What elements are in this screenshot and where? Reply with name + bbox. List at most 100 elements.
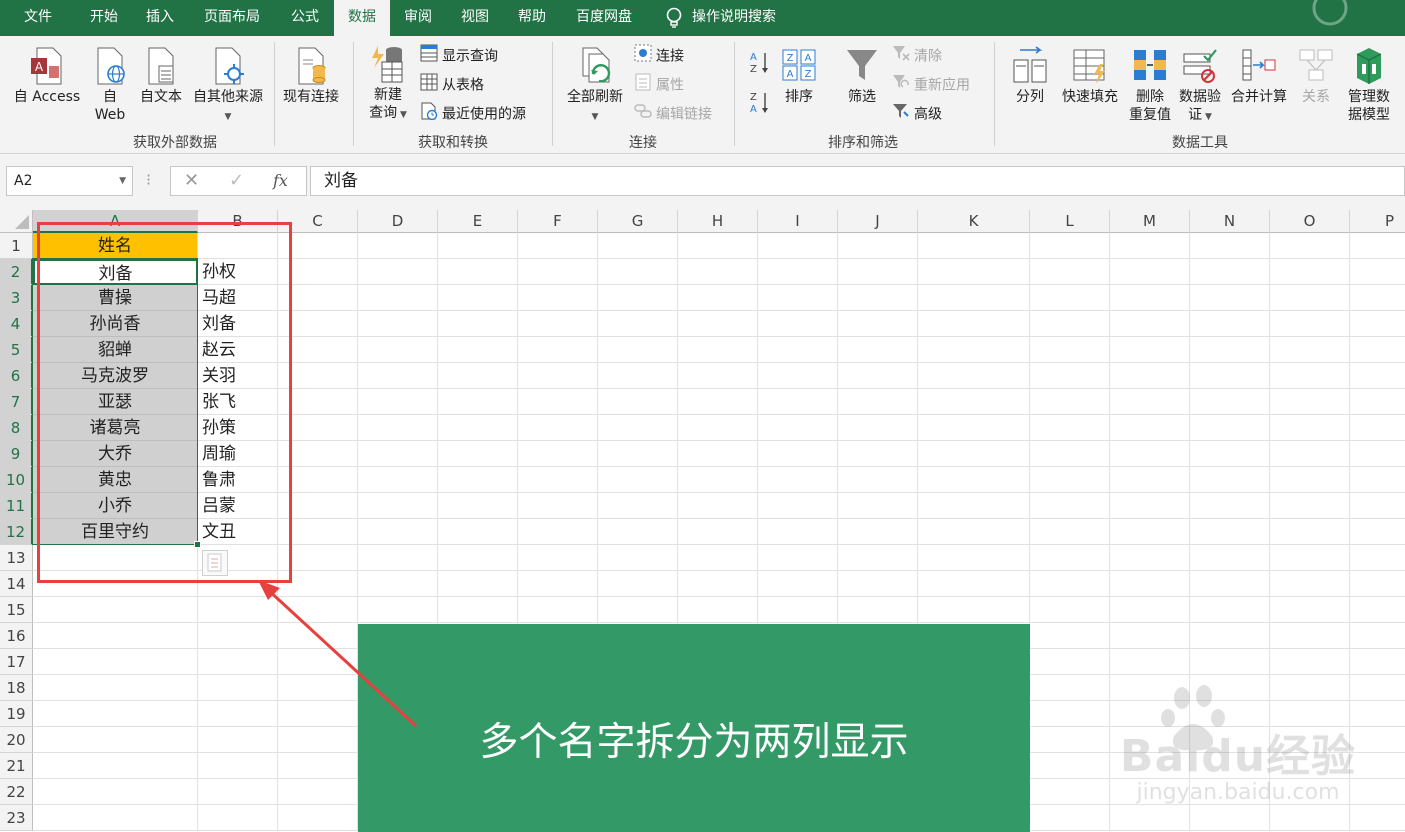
tab-page-layout[interactable]: 页面布局 — [188, 0, 276, 36]
cell-l17[interactable] — [1030, 649, 1110, 675]
cell-g1[interactable] — [598, 233, 678, 259]
cell-i14[interactable] — [758, 571, 838, 597]
cell-m7[interactable] — [1110, 389, 1190, 415]
cell-o9[interactable] — [1270, 441, 1350, 467]
tab-formulas[interactable]: 公式 — [276, 0, 334, 36]
cell-j6[interactable] — [838, 363, 918, 389]
cell-m10[interactable] — [1110, 467, 1190, 493]
cell-m3[interactable] — [1110, 285, 1190, 311]
cell-n3[interactable] — [1190, 285, 1270, 311]
cell-i5[interactable] — [758, 337, 838, 363]
cell-k8[interactable] — [918, 415, 1030, 441]
cell-k13[interactable] — [918, 545, 1030, 571]
cell-d12[interactable] — [358, 519, 438, 545]
text-to-columns-button[interactable]: 分列 — [1008, 46, 1052, 106]
cell-f7[interactable] — [518, 389, 598, 415]
cell-e3[interactable] — [438, 285, 518, 311]
sort-descending-button[interactable]: ZA — [748, 90, 770, 120]
cell-k4[interactable] — [918, 311, 1030, 337]
cell-k3[interactable] — [918, 285, 1030, 311]
cell-m13[interactable] — [1110, 545, 1190, 571]
cell-p16[interactable] — [1350, 623, 1405, 649]
cell-f2[interactable] — [518, 259, 598, 285]
cell-d1[interactable] — [358, 233, 438, 259]
cell-e13[interactable] — [438, 545, 518, 571]
cell-e5[interactable] — [438, 337, 518, 363]
cell-a23[interactable] — [33, 805, 198, 831]
cell-m1[interactable] — [1110, 233, 1190, 259]
cell-m6[interactable] — [1110, 363, 1190, 389]
cell-k9[interactable] — [918, 441, 1030, 467]
row-header-7[interactable]: 7 — [0, 389, 33, 415]
tab-home[interactable]: 开始 — [76, 0, 132, 36]
row-header-6[interactable]: 6 — [0, 363, 33, 389]
cell-f1[interactable] — [518, 233, 598, 259]
cell-h15[interactable] — [678, 597, 758, 623]
existing-connections-button[interactable]: 现有连接 — [278, 46, 344, 106]
cell-m11[interactable] — [1110, 493, 1190, 519]
cell-n15[interactable] — [1190, 597, 1270, 623]
cell-f5[interactable] — [518, 337, 598, 363]
cell-f13[interactable] — [518, 545, 598, 571]
column-header-j[interactable]: J — [838, 210, 918, 233]
column-header-h[interactable]: H — [678, 210, 758, 233]
cell-i11[interactable] — [758, 493, 838, 519]
cell-f3[interactable] — [518, 285, 598, 311]
cell-p15[interactable] — [1350, 597, 1405, 623]
cell-g3[interactable] — [598, 285, 678, 311]
cell-j2[interactable] — [838, 259, 918, 285]
cell-f6[interactable] — [518, 363, 598, 389]
cell-c22[interactable] — [278, 779, 358, 805]
column-header-k[interactable]: K — [918, 210, 1030, 233]
cell-n11[interactable] — [1190, 493, 1270, 519]
cell-j14[interactable] — [838, 571, 918, 597]
cell-i15[interactable] — [758, 597, 838, 623]
cell-e11[interactable] — [438, 493, 518, 519]
cell-e6[interactable] — [438, 363, 518, 389]
tab-review[interactable]: 审阅 — [390, 0, 446, 36]
cell-a20[interactable] — [33, 727, 198, 753]
reapply-button[interactable]: 重新应用 — [892, 73, 970, 95]
from-table-button[interactable]: 从表格 — [420, 73, 484, 95]
cell-p2[interactable] — [1350, 259, 1405, 285]
cell-m17[interactable] — [1110, 649, 1190, 675]
cell-i8[interactable] — [758, 415, 838, 441]
cell-g14[interactable] — [598, 571, 678, 597]
from-web-button[interactable]: 自 Web — [90, 46, 130, 124]
cell-p13[interactable] — [1350, 545, 1405, 571]
cell-h4[interactable] — [678, 311, 758, 337]
cell-j3[interactable] — [838, 285, 918, 311]
cell-j10[interactable] — [838, 467, 918, 493]
cell-m16[interactable] — [1110, 623, 1190, 649]
properties-button[interactable]: 属性 — [634, 73, 684, 95]
row-header-15[interactable]: 15 — [0, 597, 33, 623]
cell-i1[interactable] — [758, 233, 838, 259]
cell-h1[interactable] — [678, 233, 758, 259]
cell-g6[interactable] — [598, 363, 678, 389]
sort-ascending-button[interactable]: AZ — [748, 50, 770, 80]
tab-view[interactable]: 视图 — [446, 0, 504, 36]
cell-i7[interactable] — [758, 389, 838, 415]
cell-n6[interactable] — [1190, 363, 1270, 389]
connections-button[interactable]: 连接 — [634, 44, 684, 66]
cell-o14[interactable] — [1270, 571, 1350, 597]
row-header-14[interactable]: 14 — [0, 571, 33, 597]
cell-n14[interactable] — [1190, 571, 1270, 597]
cell-o7[interactable] — [1270, 389, 1350, 415]
row-header-4[interactable]: 4 — [0, 311, 33, 337]
cell-f10[interactable] — [518, 467, 598, 493]
cell-f12[interactable] — [518, 519, 598, 545]
recent-sources-button[interactable]: 最近使用的源 — [420, 102, 526, 124]
cell-o11[interactable] — [1270, 493, 1350, 519]
cell-p11[interactable] — [1350, 493, 1405, 519]
row-header-21[interactable]: 21 — [0, 753, 33, 779]
cell-k6[interactable] — [918, 363, 1030, 389]
row-header-22[interactable]: 22 — [0, 779, 33, 805]
cell-j11[interactable] — [838, 493, 918, 519]
cell-p3[interactable] — [1350, 285, 1405, 311]
cell-p8[interactable] — [1350, 415, 1405, 441]
column-header-p[interactable]: P — [1350, 210, 1405, 233]
cell-n13[interactable] — [1190, 545, 1270, 571]
cell-f9[interactable] — [518, 441, 598, 467]
cell-k11[interactable] — [918, 493, 1030, 519]
